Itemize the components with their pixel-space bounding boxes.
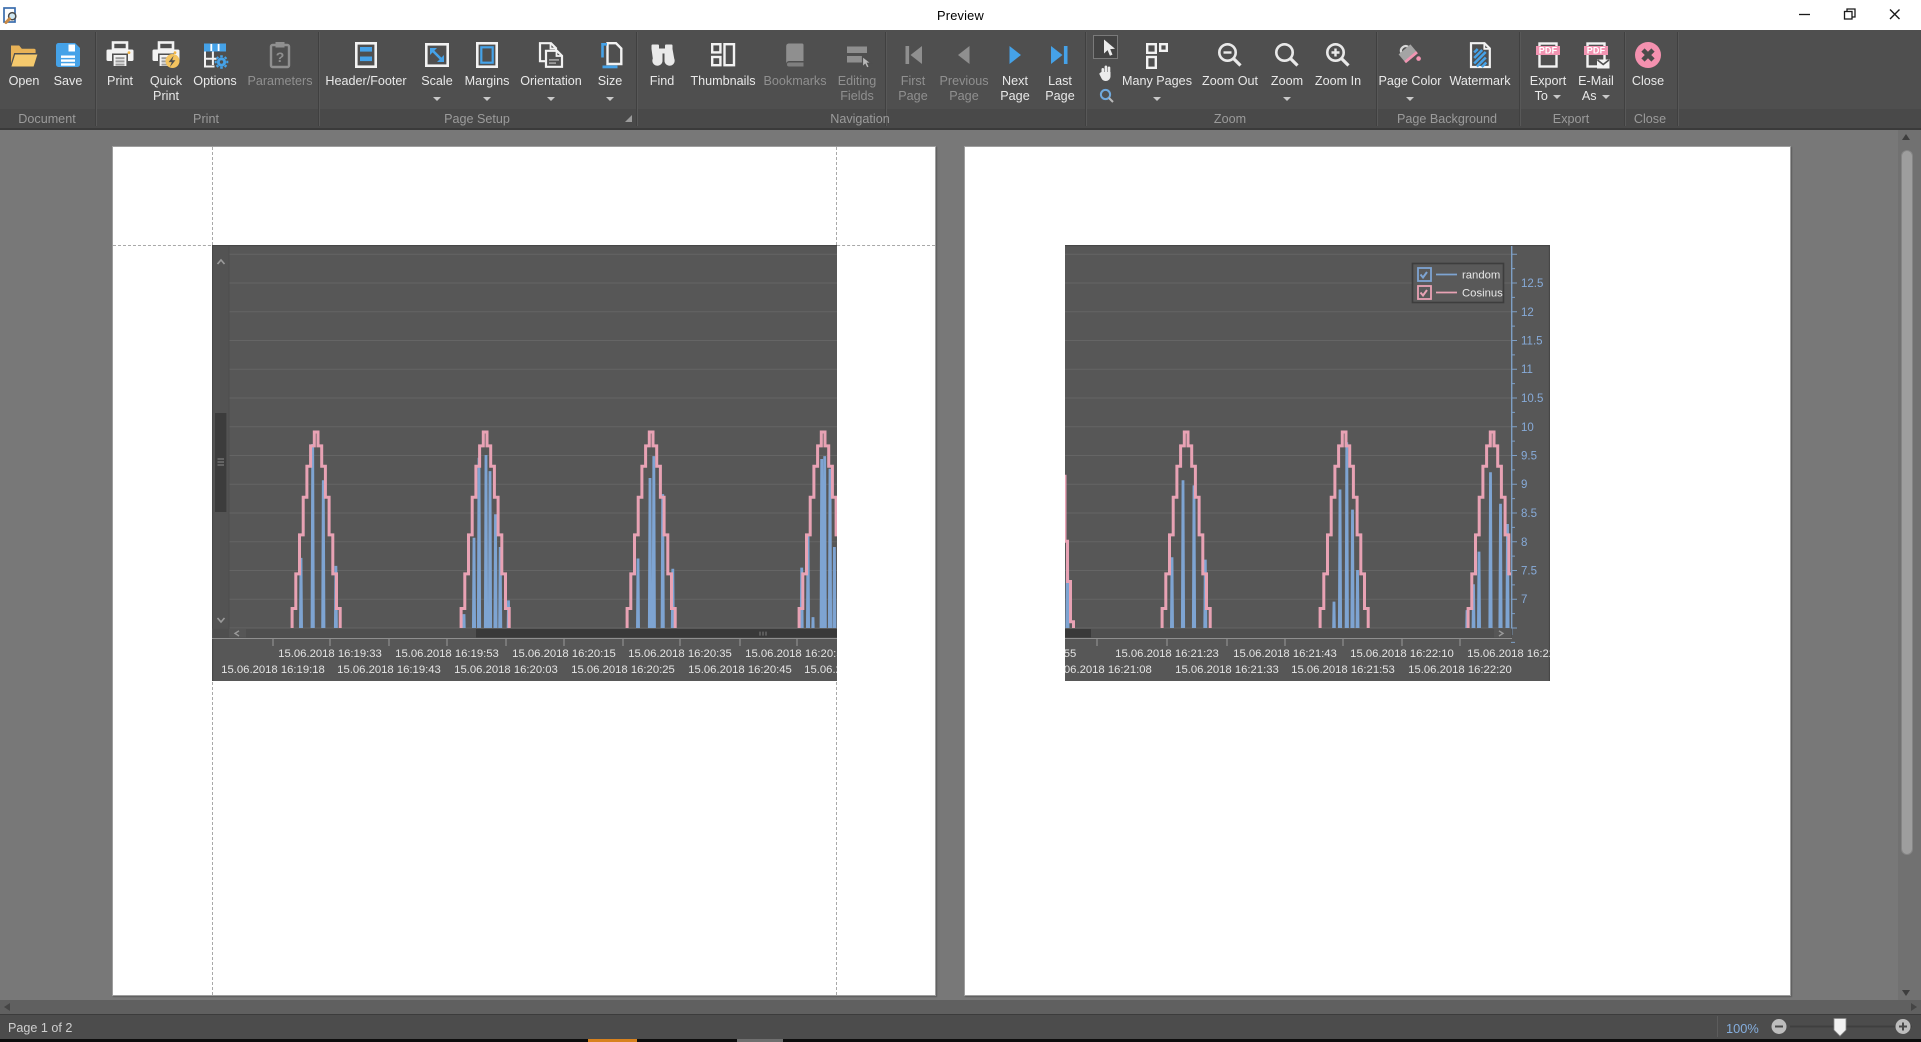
svg-text:7.5: 7.5	[1521, 566, 1537, 578]
svg-text:15.06.2018 16:20:25: 15.06.2018 16:20:25	[571, 664, 675, 676]
svg-text:15.06.2018 16:21:23: 15.06.2018 16:21:23	[1115, 648, 1219, 660]
svg-text:15.06.2018 16:21:33: 15.06.2018 16:21:33	[1175, 664, 1279, 676]
svg-text:15.06.2018 16:22:30: 15.06.2018 16:22:30	[1467, 648, 1550, 660]
svg-text:15.06.2018 16:20:15: 15.06.2018 16:20:15	[512, 648, 616, 660]
svg-text:10: 10	[1521, 422, 1534, 434]
svg-text:11.5: 11.5	[1521, 336, 1543, 348]
svg-text:9: 9	[1521, 479, 1527, 491]
svg-text:15.06.2018 16:20:45: 15.06.2018 16:20:45	[688, 664, 792, 676]
svg-text:15.06.2018 16:19:43: 15.06.2018 16:19:43	[337, 664, 441, 676]
svg-text:15.06.2018 16:21:08: 15.06.2018 16:21:08	[1065, 664, 1152, 676]
svg-text:random: random	[1462, 270, 1500, 282]
svg-text:Cosinus: Cosinus	[1462, 288, 1503, 300]
svg-text:15.06.2018 16:22:10: 15.06.2018 16:22:10	[1350, 648, 1454, 660]
svg-text:10.5: 10.5	[1521, 393, 1543, 405]
svg-text:15.06.2018 16:20:03: 15.06.2018 16:20:03	[454, 664, 558, 676]
svg-text:11: 11	[1521, 364, 1533, 376]
svg-text:15.06.2018 16:21:53: 15.06.2018 16:21:53	[1291, 664, 1395, 676]
svg-text:15.06.2018 16:20:55: 15.06.2018 16:20:55	[745, 648, 837, 660]
svg-text:?: ?	[276, 49, 285, 65]
svg-text:8.5: 8.5	[1521, 508, 1537, 520]
svg-text:15.06.2018 16:22:20: 15.06.2018 16:22:20	[1408, 664, 1512, 676]
svg-text:12: 12	[1521, 307, 1534, 319]
svg-text:15.06.2018 16:21:05: 15.06.2018 16:21:05	[804, 664, 837, 676]
svg-text:15.06.2018 16:19:53: 15.06.2018 16:19:53	[395, 648, 499, 660]
svg-text:15.06.2018 16:21:43: 15.06.2018 16:21:43	[1233, 648, 1337, 660]
svg-text:15.06.2018 16:19:33: 15.06.2018 16:19:33	[278, 648, 382, 660]
svg-text:PDF: PDF	[1587, 46, 1606, 56]
svg-text:PDF: PDF	[1539, 46, 1558, 56]
svg-text:15.06.2018 16:19:18: 15.06.2018 16:19:18	[221, 664, 325, 676]
svg-text:15.06.2018 16:20:35: 15.06.2018 16:20:35	[628, 648, 732, 660]
svg-text:55: 55	[1065, 648, 1076, 660]
svg-text:7: 7	[1521, 594, 1527, 606]
svg-text:8: 8	[1521, 537, 1527, 549]
svg-text:9.5: 9.5	[1521, 451, 1537, 463]
svg-text:12.5: 12.5	[1521, 278, 1543, 290]
